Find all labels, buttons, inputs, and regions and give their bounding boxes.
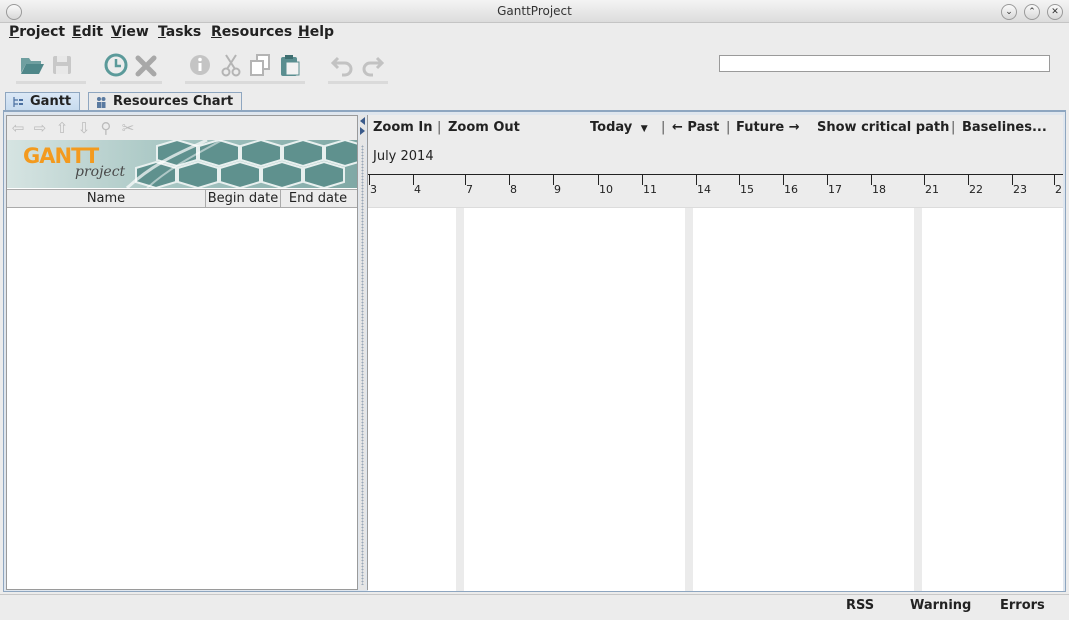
day-label: 7 (466, 183, 473, 196)
timeline-day-row: 3 4 7 8 9 10 11 14 15 16 17 18 21 22 23 2 (368, 174, 1063, 207)
tab-resources-chart[interactable]: Resources Chart (88, 92, 243, 111)
timeline-month-row: July 2014 (368, 141, 1063, 174)
task-navigation-bar: ⇦ ⇨ ⇧ ⇩ ⚲ ✂ (7, 116, 357, 140)
ganttproject-logo-banner: GANTT project (7, 140, 357, 188)
day-label: 9 (554, 183, 561, 196)
menu-tasks[interactable]: Tasks (158, 24, 201, 40)
toolbar (0, 45, 1069, 87)
month-label: July 2014 (373, 149, 434, 164)
collapse-right-icon[interactable] (360, 127, 365, 135)
tab-gantt[interactable]: Gantt (5, 92, 81, 111)
today-label: Today (590, 120, 633, 135)
day-label: 3 (370, 183, 377, 196)
search-input[interactable] (719, 55, 1050, 72)
save-icon[interactable] (49, 52, 75, 78)
open-folder-icon[interactable] (19, 52, 45, 78)
rss-button[interactable]: RSS (846, 598, 874, 613)
day-label: 14 (697, 183, 711, 196)
errors-button[interactable]: Errors (1000, 598, 1045, 613)
today-dropdown[interactable]: Today ▼ (590, 120, 648, 135)
chart-toolbar: Zoom In | Zoom Out Today ▼ | ← Past | Fu… (368, 115, 1063, 141)
menu-project[interactable]: Project (9, 24, 65, 40)
unlink-icon[interactable]: ✂ (120, 120, 136, 136)
day-label: 23 (1013, 183, 1027, 196)
chart-grid-area[interactable] (368, 207, 1063, 591)
move-down-icon[interactable]: ⇩ (76, 120, 92, 136)
move-up-icon[interactable]: ⇧ (54, 120, 70, 136)
toolbar-group-divider (16, 81, 86, 84)
toolbar-group-divider (328, 81, 388, 84)
dropdown-arrow-icon: ▼ (640, 124, 648, 134)
column-header-name[interactable]: Name (7, 190, 206, 207)
day-label: 21 (925, 183, 939, 196)
menu-view[interactable]: View (111, 24, 149, 40)
clock-icon[interactable] (103, 52, 129, 78)
weekend-column (685, 208, 693, 591)
people-icon (97, 97, 106, 108)
info-icon[interactable] (187, 52, 213, 78)
separator: | (951, 120, 956, 135)
future-button[interactable]: Future → (736, 120, 800, 135)
toolbar-group-divider (185, 81, 305, 84)
maximize-button[interactable]: ⌃ (1024, 4, 1040, 20)
task-table-header: Name Begin date End date (7, 189, 357, 208)
day-label: 15 (740, 183, 754, 196)
day-label: 18 (872, 183, 886, 196)
paste-icon[interactable] (277, 52, 303, 78)
undo-icon[interactable] (330, 52, 356, 78)
panel-splitter[interactable] (359, 115, 366, 590)
redo-icon[interactable] (359, 52, 385, 78)
move-left-icon[interactable]: ⇦ (10, 120, 26, 136)
day-label: 17 (828, 183, 842, 196)
past-button[interactable]: ← Past (672, 120, 719, 135)
logo-subtext: project (75, 164, 126, 180)
day-label: 8 (510, 183, 517, 196)
menu-edit[interactable]: Edit (72, 24, 103, 40)
day-label: 11 (643, 183, 657, 196)
title-bar: GanttProject ⌄ ⌃ ✕ (0, 0, 1069, 23)
show-critical-path-button[interactable]: Show critical path (817, 120, 949, 135)
tab-label: Gantt (30, 94, 72, 109)
copy-icon[interactable] (247, 52, 273, 78)
menu-resources[interactable]: Resources (211, 24, 292, 40)
link-icon[interactable]: ⚲ (98, 120, 114, 136)
splitter-grip (361, 145, 364, 585)
day-label: 2 (1055, 183, 1062, 196)
move-right-icon[interactable]: ⇨ (32, 120, 48, 136)
column-header-end-date[interactable]: End date (281, 190, 355, 207)
tab-label: Resources Chart (113, 94, 234, 109)
close-button[interactable]: ✕ (1047, 4, 1063, 20)
collapse-left-icon[interactable] (360, 117, 365, 125)
menu-bar: Project Edit View Tasks Resources Help (0, 23, 1069, 43)
zoom-out-button[interactable]: Zoom Out (448, 120, 520, 135)
day-label: 10 (599, 183, 613, 196)
window-title: GanttProject (497, 4, 572, 18)
separator: | (726, 120, 731, 135)
separator: | (437, 120, 442, 135)
delete-icon[interactable] (134, 52, 160, 78)
minimize-button[interactable]: ⌄ (1001, 4, 1017, 20)
day-label: 22 (969, 183, 983, 196)
day-label: 16 (784, 183, 798, 196)
baselines-button[interactable]: Baselines... (962, 120, 1047, 135)
warning-button[interactable]: Warning (910, 598, 971, 613)
weekend-column (914, 208, 922, 591)
toolbar-group-divider (100, 81, 162, 84)
weekend-column (456, 208, 464, 591)
separator: | (661, 120, 666, 135)
day-label: 4 (414, 183, 421, 196)
zoom-in-button[interactable]: Zoom In (373, 120, 432, 135)
gantt-tree-icon (13, 97, 23, 107)
column-header-begin-date[interactable]: Begin date (206, 190, 281, 207)
cut-icon[interactable] (218, 52, 244, 78)
menu-help[interactable]: Help (298, 24, 334, 40)
status-bar: RSS Warning Errors (0, 594, 1069, 620)
